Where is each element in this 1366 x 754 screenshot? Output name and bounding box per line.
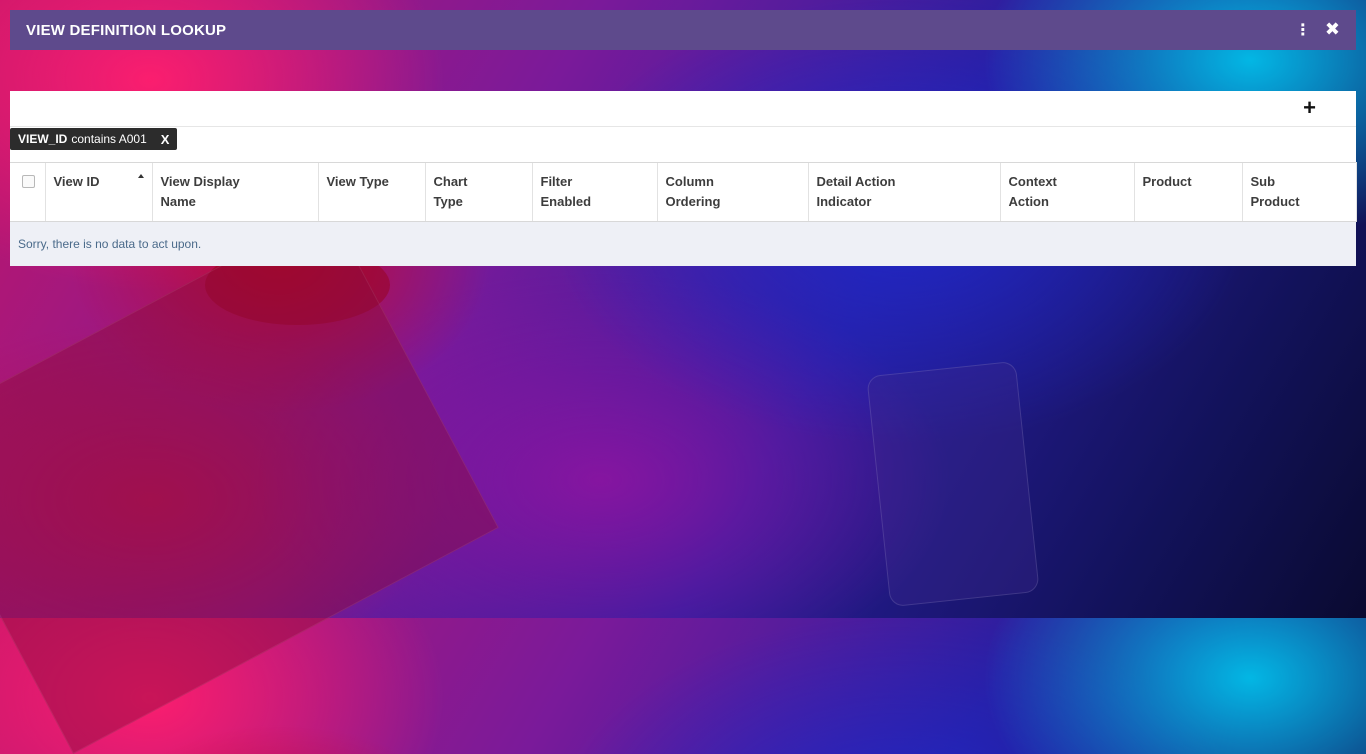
column-header-filter-enabled[interactable]: Filter Enabled — [531, 162, 657, 222]
empty-message: Sorry, there is no data to act upon. — [10, 221, 1356, 266]
filter-chip-remove-button[interactable]: X — [161, 132, 170, 147]
filter-chip-field: VIEW_ID — [18, 132, 68, 146]
column-header-sub-product[interactable]: Sub Product — [1241, 162, 1357, 222]
view-definition-grid: View ID View Display Name View Type Chart… — [10, 162, 1357, 266]
column-header-context-action[interactable]: Context Action — [999, 162, 1134, 222]
select-all-column — [10, 162, 45, 222]
sort-ascending-icon — [137, 174, 144, 178]
header-row: View ID View Display Name View Type Chart… — [10, 162, 1357, 222]
column-header-chart-type[interactable]: Chart Type — [424, 162, 532, 222]
empty-row: Sorry, there is no data to act upon. — [10, 221, 1356, 266]
column-header-view-type[interactable]: View Type — [317, 162, 425, 222]
column-header-product[interactable]: Product — [1133, 162, 1242, 222]
background-phone — [866, 360, 1040, 608]
column-header-column-ordering[interactable]: Column Ordering — [656, 162, 808, 222]
add-icon[interactable]: + — [1303, 94, 1316, 122]
filter-row: VIEW_ID contains A001 X — [10, 127, 1356, 162]
close-icon[interactable]: ✖ — [1325, 21, 1340, 39]
select-all-checkbox[interactable] — [22, 175, 35, 188]
column-header-view-id[interactable]: View ID — [44, 162, 152, 222]
dialog-titlebar: VIEW DEFINITION LOOKUP ⋮ ✖ — [10, 10, 1356, 50]
title-actions: ⋮ ✖ — [1295, 21, 1340, 39]
column-header-detail-action-indicator[interactable]: Detail Action Indicator — [807, 162, 1000, 222]
filter-chip[interactable]: VIEW_ID contains A001 X — [10, 128, 178, 150]
grid-toolbar: + — [10, 91, 1356, 127]
background-newspaper — [0, 208, 499, 754]
kebab-menu-icon[interactable]: ⋮ — [1295, 22, 1311, 38]
dialog-title: VIEW DEFINITION LOOKUP — [26, 21, 227, 39]
lookup-panel: + VIEW_ID contains A001 X View ID View D… — [10, 91, 1357, 266]
column-header-view-display-name[interactable]: View Display Name — [151, 162, 318, 222]
filter-chip-condition: contains A001 — [71, 132, 147, 146]
